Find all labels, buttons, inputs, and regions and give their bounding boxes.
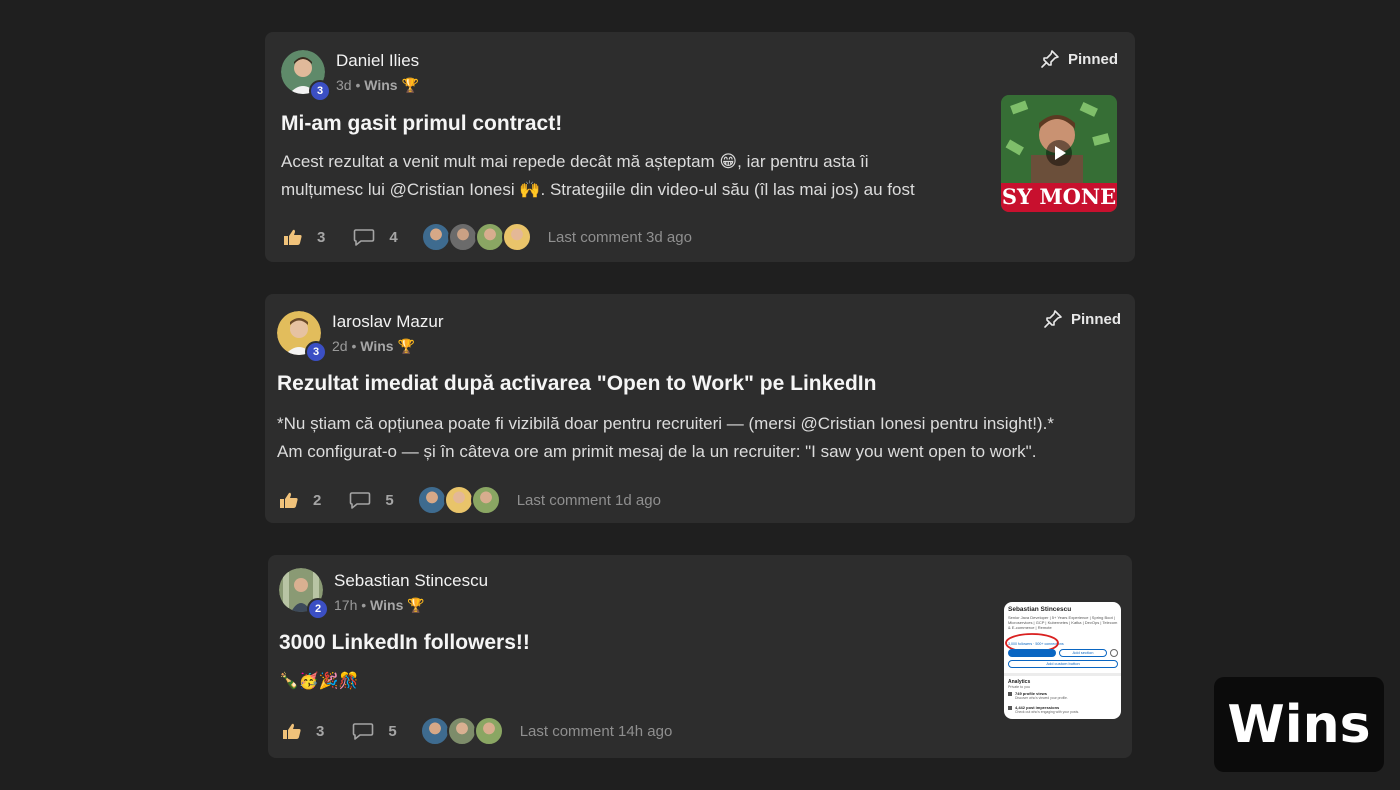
commenter-avatar[interactable]	[443, 485, 474, 515]
thumb-primary-button	[1008, 649, 1056, 657]
body-line: mulțumesc lui @Cristian Ionesi 🙌. Strate…	[281, 180, 915, 199]
commenter-avatar[interactable]	[470, 485, 501, 515]
post-card[interactable]: 3 Iaroslav Mazur 2d • Wins 🏆 Pinned Rezu…	[265, 294, 1135, 523]
thumb-views-sub: Discover who's viewed your profile.	[1015, 696, 1068, 700]
post-footer: 2 5 Last comment 1d ago	[279, 485, 661, 515]
post-meta: 17h • Wins 🏆	[334, 597, 425, 613]
comment-count: 4	[389, 228, 398, 246]
commenter-avatar[interactable]	[419, 716, 450, 746]
commenter-avatar[interactable]	[420, 222, 451, 252]
category-emoji: 🏆	[397, 338, 415, 354]
like-icon[interactable]	[282, 722, 302, 740]
author-avatar[interactable]: 3	[281, 50, 331, 102]
commenter-avatar[interactable]	[416, 485, 447, 515]
pinned-indicator: Pinned	[1043, 309, 1121, 329]
image-thumbnail[interactable]: Sebastian Stincescu Senior Java Develope…	[1004, 602, 1121, 719]
pinned-indicator: Pinned	[1040, 49, 1118, 69]
commenter-avatar[interactable]	[501, 222, 532, 252]
pinned-label: Pinned	[1067, 50, 1118, 68]
pinned-label: Pinned	[1070, 310, 1121, 328]
thumb-custom-button: Add custom button	[1008, 660, 1118, 668]
post-footer: 3 5 Last comment 14h ago	[282, 716, 672, 746]
post-meta: 2d • Wins 🏆	[332, 338, 415, 354]
like-icon[interactable]	[283, 228, 303, 246]
wins-overlay-text: Wins	[1227, 694, 1371, 755]
post-time: 3d	[336, 77, 352, 93]
thumb-profile-name: Sebastian Stincescu	[1008, 606, 1072, 613]
post-category[interactable]: Wins	[364, 77, 397, 93]
thumb-more-icon	[1110, 649, 1118, 657]
thumb-add-section: Add section	[1059, 649, 1107, 657]
post-time: 17h	[334, 597, 358, 613]
post-title[interactable]: 3000 LinkedIn followers!!	[279, 631, 530, 655]
post-title[interactable]: Rezultat imediat după activarea "Open to…	[277, 372, 876, 396]
like-count: 3	[316, 722, 325, 740]
post-footer: 3 4 Last comment 3d ago	[283, 222, 692, 252]
level-badge: 3	[305, 341, 327, 363]
last-comment: Last comment 1d ago	[516, 491, 661, 509]
post-body: Acest rezultat a venit mult mai repede d…	[281, 148, 981, 204]
thumb-private: Private to you	[1008, 685, 1030, 689]
body-line: 🍾🥳🎉🎊	[279, 673, 359, 690]
thumb-impressions-sub: Check out who's engaging with your posts…	[1015, 710, 1080, 714]
like-count: 3	[317, 228, 326, 246]
level-badge: 2	[307, 598, 329, 620]
thumb-impressions-icon	[1008, 706, 1012, 710]
author-name[interactable]: Iaroslav Mazur	[332, 312, 443, 332]
author-name[interactable]: Daniel Ilies	[336, 51, 419, 71]
author-name[interactable]: Sebastian Stincescu	[334, 571, 488, 591]
post-title[interactable]: Mi-am gasit primul contract!	[281, 112, 562, 136]
post-category[interactable]: Wins	[370, 597, 403, 613]
level-badge: 3	[309, 80, 331, 102]
like-icon[interactable]	[279, 491, 299, 509]
commenter-avatars	[419, 716, 504, 746]
last-comment: Last comment 14h ago	[519, 722, 673, 740]
thumb-divider	[1004, 673, 1121, 676]
post-body: *Nu știam că opțiunea poate fi vizibilă …	[277, 410, 1127, 466]
comment-icon[interactable]	[349, 491, 371, 509]
comment-icon[interactable]	[352, 722, 374, 740]
pin-icon	[1044, 310, 1062, 328]
commenter-avatar[interactable]	[447, 222, 478, 252]
commenter-avatar[interactable]	[446, 716, 477, 746]
comment-count: 5	[388, 722, 397, 740]
author-avatar[interactable]: 2	[279, 568, 329, 620]
post-category[interactable]: Wins	[360, 338, 393, 354]
thumb-views-icon	[1008, 692, 1012, 696]
commenter-avatar[interactable]	[473, 716, 504, 746]
commenter-avatars	[420, 222, 532, 252]
body-line: Acest rezultat a venit mult mai repede d…	[281, 152, 869, 171]
thumbnail-caption: SY MONE	[1001, 184, 1117, 209]
post-card[interactable]: 2 Sebastian Stincescu 17h • Wins 🏆 3000 …	[268, 555, 1132, 758]
commenter-avatar[interactable]	[474, 222, 505, 252]
video-thumbnail[interactable]: SY MONE	[1001, 95, 1117, 212]
category-emoji: 🏆	[401, 77, 419, 93]
post-body: 🍾🥳🎉🎊	[279, 668, 879, 696]
post-time: 2d	[332, 338, 348, 354]
comment-count: 5	[385, 491, 394, 509]
wins-overlay-label: Wins	[1214, 677, 1384, 772]
author-avatar[interactable]: 3	[277, 311, 327, 363]
post-meta: 3d • Wins 🏆	[336, 77, 419, 93]
category-emoji: 🏆	[407, 597, 425, 613]
comment-icon[interactable]	[353, 228, 375, 246]
body-line: *Nu știam că opțiunea poate fi vizibilă …	[277, 414, 1054, 433]
last-comment: Last comment 3d ago	[547, 228, 692, 246]
commenter-avatars	[416, 485, 501, 515]
post-card[interactable]: 3 Daniel Ilies 3d • Wins 🏆 Pinned Mi-am …	[265, 32, 1135, 262]
like-count: 2	[313, 491, 322, 509]
pin-icon	[1041, 50, 1059, 68]
body-line: Am configurat-o — și în câteva ore am pr…	[277, 442, 1037, 461]
